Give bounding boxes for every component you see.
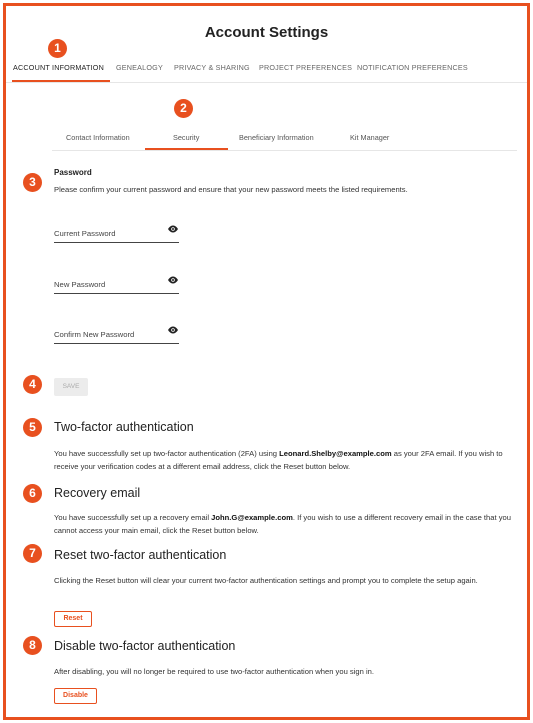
page-title: Account Settings [204,24,329,41]
disable-button[interactable]: Disable [54,688,97,704]
callout-badge-1: 1 [48,39,67,58]
reset-2fa-description: Clicking the Reset button will clear you… [54,576,478,585]
password-heading: Password [54,168,92,177]
callout-badge-2: 2 [174,99,193,118]
new-password-label: New Password [54,280,106,289]
confirm-password-field[interactable]: Confirm New Password [54,325,179,344]
tab-notification-preferences[interactable]: NOTIFICATION PREFERENCES [357,63,468,72]
tab-genealogy[interactable]: GENEALOGY [116,63,163,72]
two-factor-description: You have successfully set up two-factor … [54,449,503,471]
tab-project-preferences[interactable]: PROJECT PREFERENCES [259,63,352,72]
eye-icon[interactable] [167,275,179,285]
two-factor-email: Leonard.Shelby@example.com [279,449,392,458]
disable-2fa-heading: Disable two-factor authentication [54,639,236,653]
two-factor-heading: Two-factor authentication [54,420,194,434]
reset-2fa-heading: Reset two-factor authentication [54,548,227,562]
current-password-label: Current Password [54,229,116,238]
window-frame: Account Settings ACCOUNT INFORMATION GEN… [3,3,530,720]
active-tab-indicator [12,80,110,82]
callout-badge-8: 8 [23,636,42,655]
callout-badge-4: 4 [23,375,42,394]
new-password-field[interactable]: New Password [54,275,179,294]
callout-badge-6: 6 [23,484,42,503]
eye-icon[interactable] [167,224,179,234]
tab-privacy-sharing[interactable]: PRIVACY & SHARING [174,63,250,72]
subtab-security[interactable]: Security [173,133,199,142]
password-description: Please confirm your current password and… [54,185,408,194]
subtab-contact-information[interactable]: Contact Information [66,133,130,142]
reset-button[interactable]: Reset [54,611,92,627]
disable-2fa-description: After disabling, you will no longer be r… [54,667,374,676]
callout-badge-3: 3 [23,173,42,192]
subtab-beneficiary-information[interactable]: Beneficiary Information [239,133,314,142]
subtab-kit-manager[interactable]: Kit Manager [350,133,389,142]
recovery-email-heading: Recovery email [54,486,141,500]
callout-badge-5: 5 [23,418,42,437]
eye-icon[interactable] [167,325,179,335]
tab-account-information[interactable]: ACCOUNT INFORMATION [13,63,104,72]
current-password-field[interactable]: Current Password [54,224,179,243]
recovery-email-description: You have successfully set up a recovery … [54,513,511,535]
save-button[interactable]: SAVE [54,378,88,396]
active-subtab-indicator [145,148,228,150]
recovery-email: John.G@example.com [211,513,293,522]
sub-tab-bar: Contact Information Security Beneficiary… [52,130,517,151]
confirm-password-label: Confirm New Password [54,330,135,339]
callout-badge-7: 7 [23,544,42,563]
